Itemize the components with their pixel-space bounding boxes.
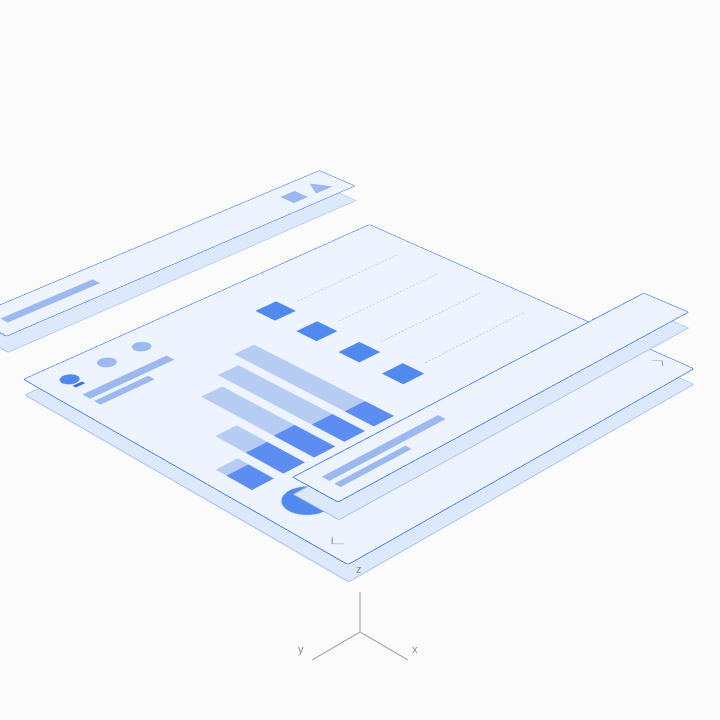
chevron-left-icon[interactable] bbox=[332, 538, 344, 545]
axis-z-label: z bbox=[356, 564, 362, 576]
tile[interactable] bbox=[296, 322, 337, 342]
tile[interactable] bbox=[338, 342, 380, 363]
square-icon[interactable] bbox=[280, 191, 308, 203]
axis-x-label: x bbox=[412, 644, 418, 656]
axis-y-label: y bbox=[298, 644, 304, 656]
heading-line-1 bbox=[82, 356, 174, 399]
chevron-right-icon[interactable] bbox=[651, 361, 663, 366]
tab-2[interactable] bbox=[93, 356, 121, 370]
triangle-icon[interactable] bbox=[301, 180, 333, 194]
tile[interactable] bbox=[382, 364, 424, 385]
tab-3[interactable] bbox=[128, 340, 156, 354]
axis-gizmo: z x y bbox=[360, 620, 361, 621]
tile[interactable] bbox=[255, 302, 295, 321]
toolbar-title bbox=[0, 280, 100, 323]
